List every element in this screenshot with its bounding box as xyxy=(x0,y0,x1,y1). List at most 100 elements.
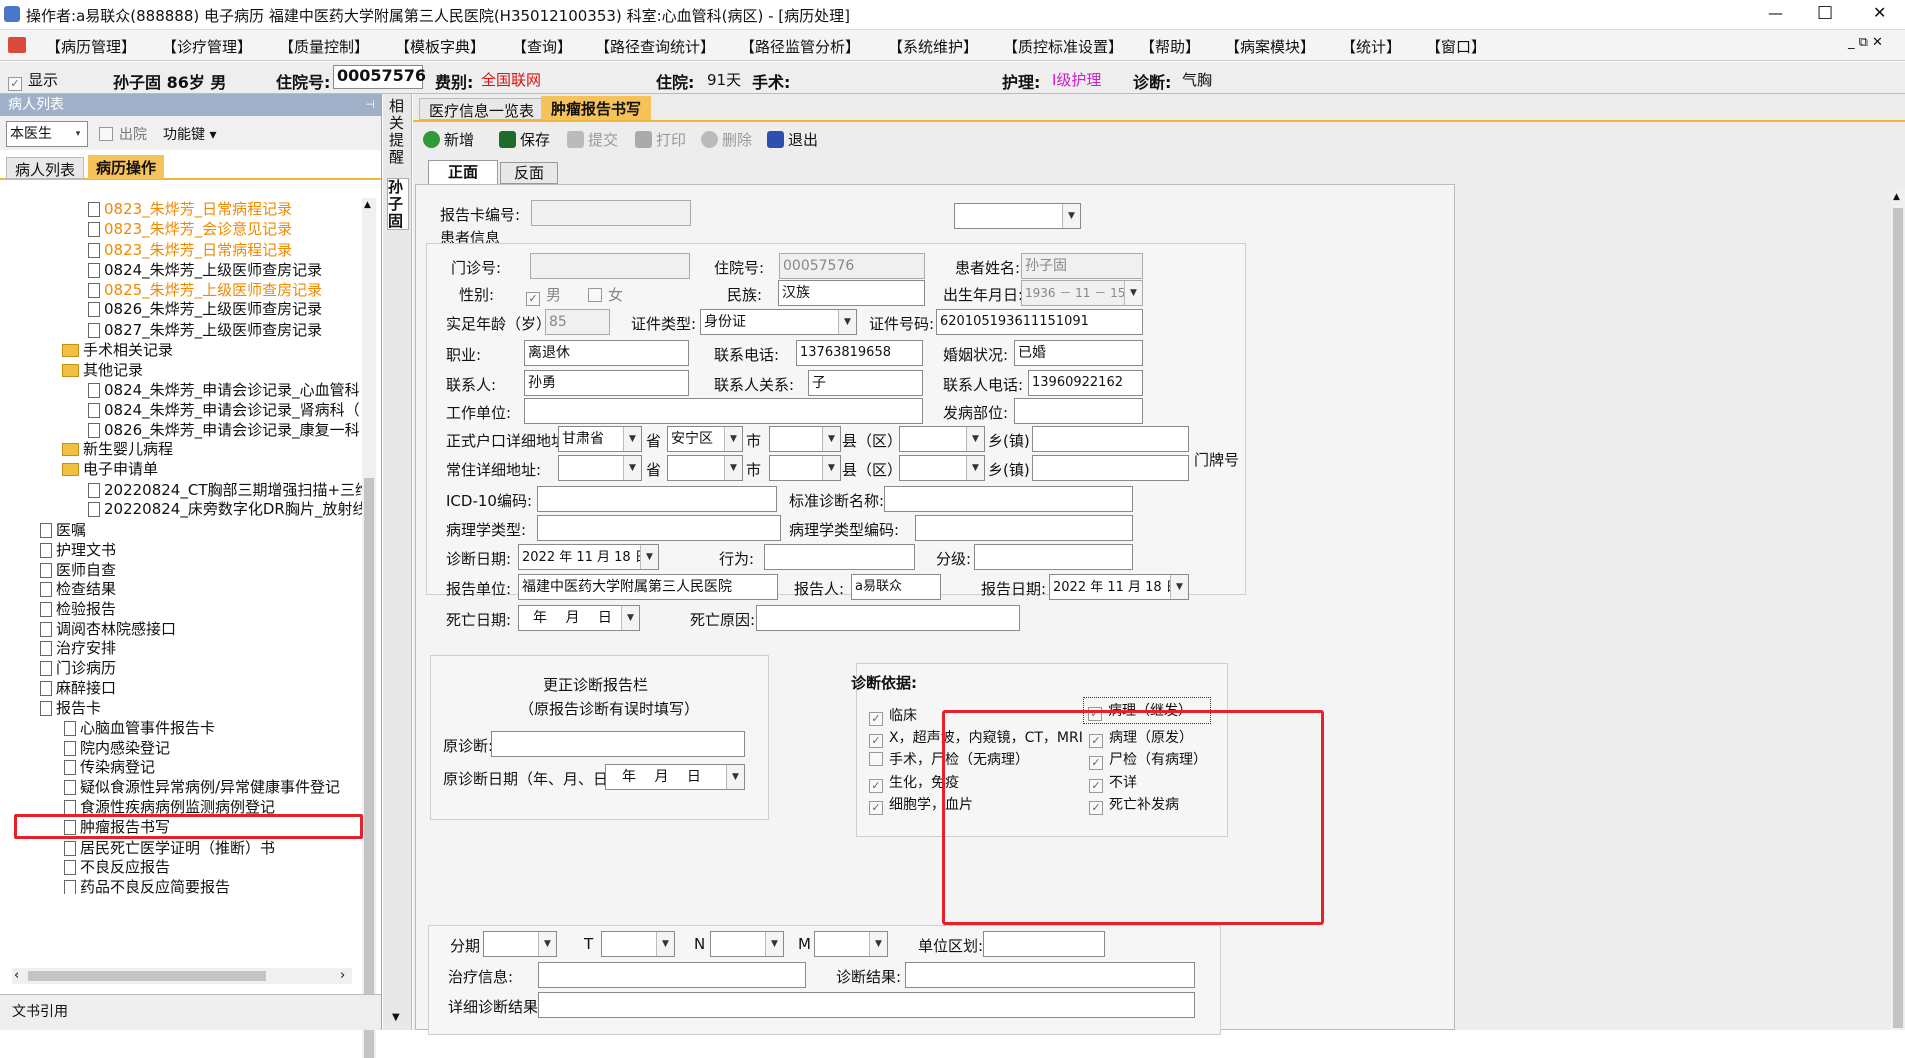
tab-record-ops[interactable]: 病历操作 xyxy=(88,155,165,179)
unit-district-input[interactable] xyxy=(983,931,1105,957)
form-vscrollbar[interactable]: ▲ xyxy=(1891,190,1905,1030)
form-scroll-up-icon[interactable]: ▲ xyxy=(1893,192,1900,202)
tab-tumor-report[interactable]: 肿瘤报告书写 xyxy=(541,96,652,120)
menu-item-0[interactable]: 【病历管理】 xyxy=(46,36,136,57)
std-diag-name-input[interactable] xyxy=(884,486,1133,512)
hukou-town-select[interactable]: ▼ xyxy=(899,426,985,452)
tree-item[interactable]: 传染病登记 xyxy=(64,757,155,777)
tree-item[interactable]: 0823_朱烨芳_日常病程记录 xyxy=(88,240,292,260)
menu-item-9[interactable]: 【帮助】 xyxy=(1140,36,1200,57)
tree-item[interactable]: 疑似食源性异常病例/异常健康事件登记 xyxy=(64,777,340,797)
submit-button[interactable]: 提交 xyxy=(567,126,618,154)
tree-item[interactable]: 0824_朱烨芳_上级医师查房记录 xyxy=(88,260,322,280)
live-city-select[interactable]: ▼ xyxy=(667,455,743,481)
tree-item[interactable]: 报告卡 xyxy=(40,698,101,718)
strip-tab-patient[interactable]: 孙子固 xyxy=(387,178,409,230)
contact-input[interactable]: 孙勇 xyxy=(524,370,689,396)
reporter-input[interactable]: a易联众 xyxy=(851,574,941,600)
death-cause-input[interactable] xyxy=(756,605,1020,631)
basis-checkbox[interactable] xyxy=(869,752,883,766)
menu-item-12[interactable]: 【窗口】 xyxy=(1426,36,1486,57)
hukou-city-select[interactable]: 安宁区 ▼ xyxy=(667,426,743,452)
diag-date-input[interactable]: 2022 年 11 月 18 日 ▼ xyxy=(518,544,659,570)
tree-item[interactable]: 新生婴儿病程 xyxy=(62,439,173,459)
treatment-input[interactable] xyxy=(538,962,806,988)
work-unit-input[interactable] xyxy=(524,398,923,424)
tree-item[interactable]: 护理文书 xyxy=(40,540,116,560)
show-checkbox[interactable]: ✓ xyxy=(8,77,22,91)
report-date-input[interactable]: 2022 年 11 月 18 日 ▼ xyxy=(1049,574,1189,600)
tree-item[interactable]: 检验报告 xyxy=(40,599,116,619)
tree-item[interactable]: 0824_朱烨芳_申请会诊记录_肾病科（ xyxy=(88,400,360,420)
adm-no-input[interactable]: 00057576 xyxy=(779,253,925,279)
phone-input[interactable]: 13763819658 xyxy=(796,340,923,366)
tree-hscrollbar[interactable]: ‹ › xyxy=(12,968,352,984)
tree-item[interactable]: 麻醉接口 xyxy=(40,678,116,698)
tree-item[interactable]: 0826_朱烨芳_申请会诊记录_康复一科 xyxy=(88,420,360,440)
m-select[interactable]: ▼ xyxy=(814,931,888,957)
nation-input[interactable]: 汉族 xyxy=(778,280,925,306)
tab-medical-overview[interactable]: 医疗信息一览表 xyxy=(419,98,545,120)
live-county-select[interactable]: ▼ xyxy=(769,455,841,481)
hscroll-thumb[interactable] xyxy=(28,971,266,981)
tree-item[interactable]: 院内感染登记 xyxy=(64,738,170,758)
icd-input[interactable] xyxy=(537,486,777,512)
scroll-up-icon[interactable]: ▲ xyxy=(364,200,371,210)
tree-item[interactable]: 居民死亡医学证明（推断）书 xyxy=(64,838,275,858)
tree-item[interactable]: 0823_朱烨芳_会诊意见记录 xyxy=(88,219,292,239)
hukou-detail-input[interactable] xyxy=(1032,426,1189,452)
close-button[interactable]: ✕ xyxy=(1873,3,1886,22)
tree-vscrollbar[interactable]: ▲ xyxy=(362,198,376,1058)
tree-item[interactable]: 0827_朱烨芳_上级医师查房记录 xyxy=(88,320,322,340)
tab-patient-list[interactable]: 病人列表 xyxy=(6,157,85,179)
menu-item-2[interactable]: 【质量控制】 xyxy=(279,36,369,57)
live-detail-input[interactable] xyxy=(1032,455,1189,481)
pin-icon[interactable]: ⊣ xyxy=(365,94,375,116)
tree-item[interactable]: 治疗安排 xyxy=(40,638,116,658)
funckey-button[interactable]: 功能键 ▾ xyxy=(163,124,216,144)
tree-item[interactable]: 药品不良反应简要报告 xyxy=(64,877,230,894)
menu-item-10[interactable]: 【病案模块】 xyxy=(1225,36,1315,57)
print-button[interactable]: 打印 xyxy=(635,126,686,154)
scroll-left-icon[interactable]: ‹ xyxy=(14,968,19,983)
male-checkbox[interactable]: ✓ xyxy=(526,292,540,306)
minimize-button[interactable]: — xyxy=(1768,4,1783,22)
tree-item[interactable]: 检查结果 xyxy=(40,579,116,599)
basis-option[interactable]: ✓ 临床 xyxy=(869,705,917,726)
marriage-input[interactable]: 已婚 xyxy=(1014,340,1143,366)
live-town-select[interactable]: ▼ xyxy=(899,455,985,481)
menu-item-6[interactable]: 【路径监管分析】 xyxy=(740,36,860,57)
tab-back[interactable]: 反面 xyxy=(500,162,558,184)
tree-item[interactable]: 调阅杏林院感接口 xyxy=(40,619,176,639)
tree-item[interactable]: 20220824_CT胸部三期增强扫描+三维重 xyxy=(88,480,362,500)
new-button[interactable]: 新增 xyxy=(423,126,474,154)
doctor-select[interactable]: 本医生 ▾ xyxy=(6,121,88,147)
basis-checkbox[interactable]: ✓ xyxy=(869,801,883,815)
live-prov-select[interactable]: ▼ xyxy=(558,455,642,481)
basis-checkbox[interactable]: ✓ xyxy=(869,712,883,726)
form-scroll-thumb[interactable] xyxy=(1893,208,1903,1028)
tab-front[interactable]: 正面 xyxy=(428,160,498,184)
birth-input[interactable]: 1936 － 11 － 15 ▼ xyxy=(1021,280,1143,306)
hukou-county-select[interactable]: ▼ xyxy=(769,426,841,452)
tree-item[interactable]: 电子申请单 xyxy=(62,459,158,479)
tree-item[interactable]: 不良反应报告 xyxy=(64,857,170,877)
tree-item[interactable]: 0823_朱烨芳_日常病程记录 xyxy=(88,199,292,219)
relation-input[interactable]: 子 xyxy=(808,370,923,396)
behavior-input[interactable] xyxy=(764,544,915,570)
scroll-thumb[interactable] xyxy=(364,478,374,1058)
tree-item[interactable]: 手术相关记录 xyxy=(62,340,173,360)
tree-item[interactable]: 0824_朱烨芳_申请会诊记录_心血管科 xyxy=(88,380,360,400)
pathology-type-input[interactable] xyxy=(537,515,781,541)
job-input[interactable]: 离退休 xyxy=(524,340,689,366)
basis-checkbox[interactable]: ✓ xyxy=(869,734,883,748)
contact-phone-input[interactable]: 13960922162 xyxy=(1028,370,1143,396)
strip-tab-reminder[interactable]: 相关提醒 xyxy=(389,98,407,166)
hukou-prov-select[interactable]: 甘肃省 ▼ xyxy=(558,426,642,452)
age-input[interactable]: 85 xyxy=(545,309,610,335)
tree-item[interactable]: 门诊病历 xyxy=(40,658,116,678)
cardno-input[interactable] xyxy=(531,200,691,226)
n-select[interactable]: ▼ xyxy=(710,931,784,957)
tree-item[interactable]: 0825_朱烨芳_上级医师查房记录 xyxy=(88,280,322,300)
scroll-right-icon[interactable]: › xyxy=(340,968,345,983)
